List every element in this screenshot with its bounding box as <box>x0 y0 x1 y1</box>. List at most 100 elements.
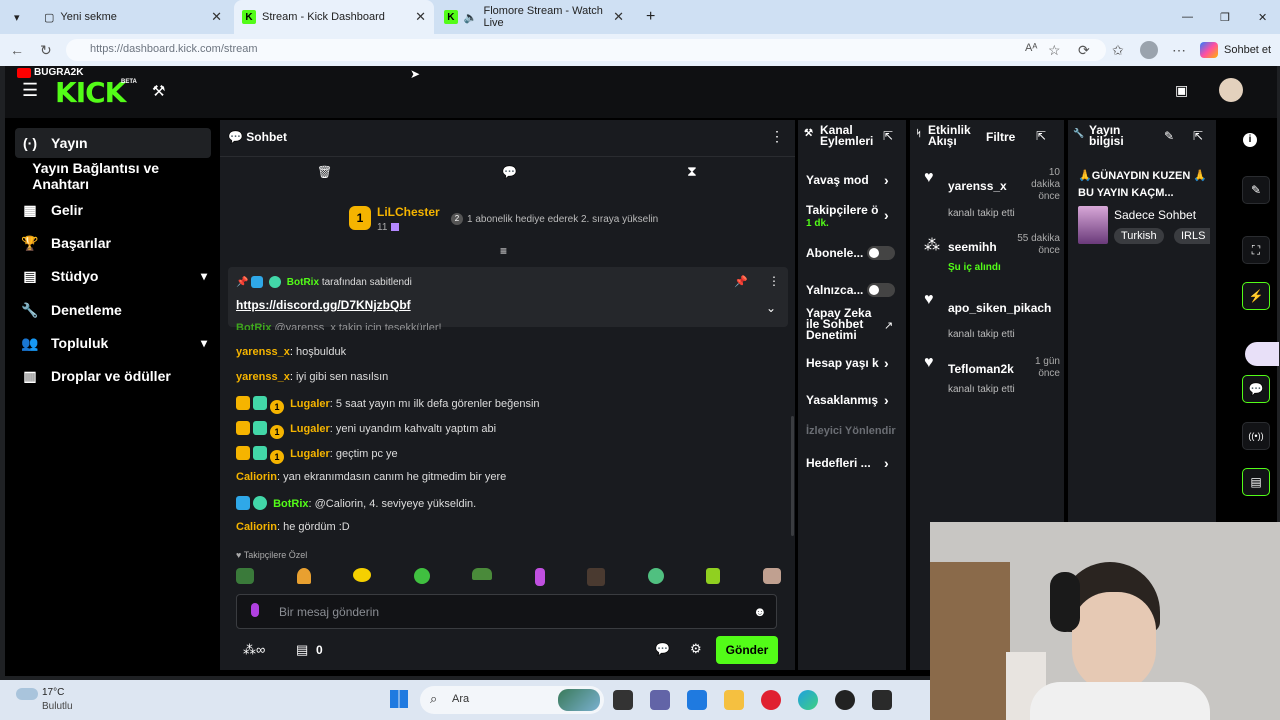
sidebar-item-topluluk[interactable]: 👥 Topluluk ▾ <box>15 328 211 358</box>
browser-tab-dashboard[interactable]: K Stream - Kick Dashboard ✕ <box>234 0 434 34</box>
chat-username[interactable]: Lugaler <box>290 398 330 410</box>
popout-icon[interactable]: ⇱ <box>1193 129 1203 143</box>
hamburger-menu-icon[interactable]: ☰ <box>22 80 38 101</box>
edit-pencil-icon[interactable]: ✎ <box>1164 129 1174 143</box>
sidebar-item-stream-key[interactable]: Yayın Bağlantısı ve Anahtarı <box>15 160 211 192</box>
close-tab-icon[interactable]: ✕ <box>415 9 426 25</box>
activity-event[interactable]: ♥ apo_siken_pikach kanalı takip etti <box>916 291 1064 341</box>
read-aloud-icon[interactable]: Aᴬ <box>1025 42 1037 54</box>
emote-icon[interactable] <box>587 568 606 586</box>
minimize-icon[interactable]: — <box>1174 0 1201 34</box>
maximize-icon[interactable]: ❐ <box>1212 0 1238 34</box>
broadcast-icon[interactable]: ((•)) <box>1242 422 1270 450</box>
popout-icon[interactable]: ⇱ <box>1036 129 1046 143</box>
emote-icon[interactable] <box>706 568 721 584</box>
pinned-more-icon[interactable]: ⋮ <box>768 274 780 288</box>
emote-icon[interactable] <box>353 568 372 582</box>
copilot-label[interactable]: Sohbet et <box>1224 44 1271 56</box>
windows-start-icon[interactable] <box>390 690 408 708</box>
emote-icon[interactable] <box>534 568 545 586</box>
activity-event[interactable]: ⁂ seemihh Şu iç alındı 55 dakika önce <box>916 232 1064 278</box>
focus-frame-icon[interactable]: ⛶ <box>1242 236 1270 264</box>
browser-tab-new[interactable]: ▢ Yeni sekme ✕ <box>36 0 230 34</box>
activity-event[interactable]: ♥ yarenss_x kanalı takip etti 10 dakika … <box>916 166 1064 222</box>
pinned-link[interactable]: https://discord.gg/D7KNjzbQbf <box>236 298 411 312</box>
subscribers-only-toggle[interactable] <box>867 246 895 260</box>
sidebar-item-yayin[interactable]: (·) Yayın <box>15 128 211 158</box>
collapse-icon[interactable]: ≡ <box>500 244 507 258</box>
expand-chevron-icon[interactable]: ⌄ <box>766 301 776 315</box>
copilot-icon[interactable] <box>1200 42 1218 58</box>
emote-only-toggle[interactable] <box>867 283 895 297</box>
chat-settings-icon[interactable]: ⚙ <box>690 641 702 657</box>
opera-icon[interactable] <box>761 690 781 710</box>
new-tab-button[interactable]: + <box>638 0 663 34</box>
back-icon[interactable]: ← <box>10 42 24 58</box>
collections-icon[interactable]: ✩ <box>1112 42 1124 59</box>
creator-icon[interactable]: ▣ <box>1175 82 1188 99</box>
store-icon[interactable]: ▤ <box>296 642 308 658</box>
points-icon[interactable]: ⁂∞ <box>243 642 265 658</box>
emote-icon[interactable] <box>296 568 311 584</box>
stream-category[interactable]: Sadece Sohbet <box>1114 208 1196 222</box>
ai-moderation-action[interactable]: Yapay Zeka ile Sohbet Denetimi <box>806 307 876 341</box>
obs-icon[interactable] <box>835 690 855 710</box>
teams-icon[interactable] <box>650 690 670 710</box>
nvidia-icon[interactable] <box>872 690 892 710</box>
more-menu-icon[interactable]: ⋯ <box>1172 42 1186 59</box>
refresh-icon[interactable]: ↻ <box>40 42 52 59</box>
sidebar-item-studyo[interactable]: ▤ Stüdyo ▾ <box>15 261 211 291</box>
emote-icon[interactable] <box>236 568 254 584</box>
file-explorer-icon[interactable] <box>724 690 744 710</box>
emote-icon[interactable] <box>762 568 781 584</box>
edit-pencil-icon[interactable]: ✎ <box>1242 176 1270 204</box>
hammer-icon[interactable]: ⚒ <box>152 82 165 100</box>
chat-more-icon[interactable]: ⋮ <box>770 128 784 145</box>
stream-tag[interactable]: Turkish <box>1114 228 1164 244</box>
task-view-icon[interactable] <box>613 690 633 710</box>
chat-username[interactable]: yarenss_x <box>236 371 290 383</box>
account-age-action[interactable]: Hesap yaşı k › <box>806 355 889 371</box>
extensions-icon[interactable]: ⟳ <box>1078 42 1090 59</box>
popout-icon[interactable]: ⇱ <box>883 129 893 143</box>
browser-tab-stream[interactable]: K 🔈 Flomore Stream - Watch Live ✕ <box>436 0 632 34</box>
gifter-name[interactable]: LiLChester <box>377 205 440 219</box>
sidebar-item-droplar[interactable]: ▥ Droplar ve ödüller <box>15 361 211 391</box>
chat-input[interactable]: Bir mesaj gönderin ☻ <box>236 594 777 629</box>
send-button[interactable]: Gönder <box>716 636 778 664</box>
pinned-by-user[interactable]: BotRix <box>287 277 319 288</box>
tab-list-button[interactable]: ▾ <box>6 0 28 34</box>
weather-temp[interactable]: 17°C <box>42 687 64 698</box>
store-app-icon[interactable] <box>687 690 707 710</box>
banned-words-action[interactable]: Yasaklanmış › <box>806 392 889 408</box>
followers-only-action[interactable]: Takipçilere ö › <box>806 203 889 223</box>
chat-username[interactable]: Caliorin <box>236 471 277 483</box>
layout-icon[interactable]: ▤ <box>1242 468 1270 496</box>
chat-username[interactable]: Lugaler <box>290 423 330 435</box>
sidebar-item-denetleme[interactable]: 🔧 Denetleme <box>15 295 211 325</box>
chat-scrollbar[interactable] <box>791 416 794 536</box>
activity-event[interactable]: ♥ Tefloman2k kanalı takip etti 1 gün önc… <box>916 354 1064 404</box>
kick-logo[interactable]: KICK <box>55 76 126 109</box>
hourglass-icon[interactable]: ⧗ <box>687 163 697 180</box>
filter-button[interactable]: Filtre <box>986 130 1015 144</box>
trash-icon[interactable]: 🗑 <box>317 165 332 179</box>
chat-username[interactable]: Lugaler <box>290 448 330 460</box>
goals-action[interactable]: Hedefleri ... › <box>806 455 889 471</box>
chat-username[interactable]: Caliorin <box>236 521 277 533</box>
favorite-star-icon[interactable]: ☆ <box>1048 42 1061 59</box>
emote-icon[interactable] <box>472 568 493 580</box>
orb-icon[interactable] <box>1245 342 1279 366</box>
taskbar-search[interactable]: ⌕ Ara <box>420 686 604 714</box>
sidebar-item-basarilar[interactable]: 🏆 Başarılar <box>15 228 211 258</box>
sidebar-item-gelir[interactable]: ▦ Gelir <box>15 195 211 225</box>
close-tab-icon[interactable]: ✕ <box>211 9 222 25</box>
muted-speaker-icon[interactable]: 🔈 <box>464 11 478 24</box>
emote-menu-icon[interactable]: 💬 <box>655 642 670 656</box>
chat-icon[interactable]: 💬 <box>1242 375 1270 403</box>
microphone-icon[interactable] <box>251 603 259 617</box>
profile-avatar[interactable] <box>1140 41 1158 59</box>
url-input[interactable]: https://dashboard.kick.com/stream <box>66 39 1106 61</box>
chat-mode-icon[interactable]: 💬 <box>502 165 517 179</box>
unpin-icon[interactable]: 📌 <box>734 275 748 288</box>
